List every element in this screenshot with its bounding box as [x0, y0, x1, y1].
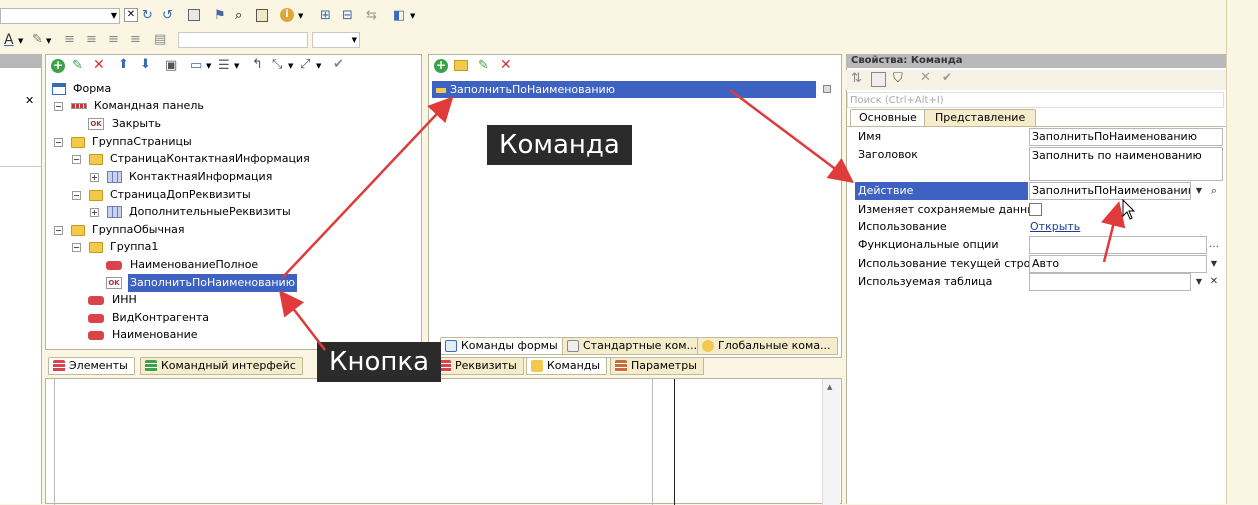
arrow-button-to-command — [281, 96, 454, 279]
annotation-arrows — [278, 89, 1136, 351]
arrow-command-to-action — [729, 89, 854, 183]
arrow-to-action-value — [1101, 201, 1126, 263]
cursor-icon — [1122, 198, 1136, 220]
arrow-callout-to-button — [278, 290, 326, 351]
